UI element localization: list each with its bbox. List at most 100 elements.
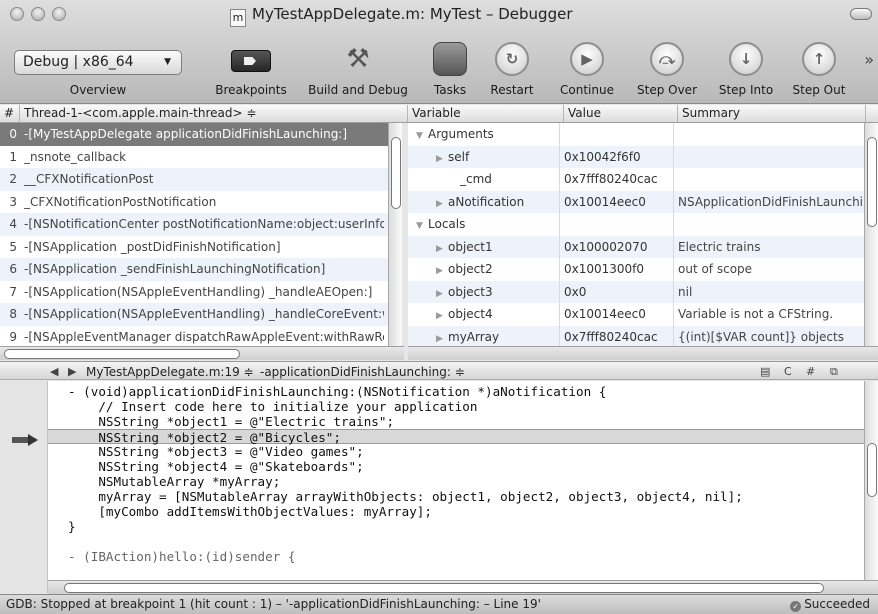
class-hierarchy-icon[interactable]: C [784, 363, 792, 379]
variable-row[interactable]: ▶ self 0x10042f6f0 [408, 145, 864, 169]
zoom-button[interactable] [52, 7, 66, 21]
variable-name-cell: ▶ object1 [408, 235, 560, 259]
variable-row[interactable]: ▼ Locals [408, 213, 864, 236]
stack-row[interactable]: 0 -[MyTestAppDelegate applicationDidFinis… [0, 123, 388, 146]
variables-list: ▼ Arguments ▶ self 0x10042f6f0 _cmd 0x7fff80… [408, 123, 864, 346]
code-editor[interactable]: - (void)applicationDidFinishLaunching:(N… [48, 381, 864, 581]
editor-horizontal-scrollbar[interactable] [48, 580, 878, 594]
build-and-debug-button[interactable]: ⚒ Build and Debug [296, 36, 420, 100]
stack-row[interactable]: 7 -[NSApplication(NSAppleEventHandling) _… [0, 281, 388, 304]
disclosure-closed-icon[interactable]: ▶ [436, 305, 448, 326]
variable-row[interactable]: ▶ object4 0x10014eec0 Variable is not a CFS… [408, 303, 864, 326]
step-out-button[interactable]: ↑ Step Out [784, 36, 854, 100]
toolbar-overflow-button[interactable]: » [864, 50, 874, 69]
step-over-button[interactable]: ⤼ Step Over [626, 36, 708, 100]
disclosure-open-icon[interactable]: ▼ [416, 215, 428, 236]
variable-summary: Variable is not a CFString. [678, 307, 834, 321]
variable-summary: NSApplicationDidFinishLaunching [678, 194, 862, 209]
variables-vertical-scrollbar[interactable] [864, 123, 878, 346]
frame-function: __CFXNotificationPost [24, 172, 154, 186]
stack-row[interactable]: 4 -[NSNotificationCenter postNotification… [0, 213, 388, 236]
stack-row[interactable]: 2 __CFXNotificationPost [0, 168, 388, 191]
program-counter-arrow-icon[interactable] [12, 434, 38, 446]
stack-row[interactable]: 9 -[NSAppleEventManager dispatchRawAppleE… [0, 326, 388, 347]
variable-value: 0x10042f6f0 [564, 145, 674, 168]
stack-header: # Thread-1-<com.apple.main-thread> ≑ [0, 105, 408, 123]
variable-row[interactable]: ▶ object1 0x100002070 Electric trains [408, 235, 864, 259]
frame-function: -[MyTestAppDelegate applicationDidFinish… [24, 127, 348, 141]
frame-function: _CFXNotificationPostNotification [24, 194, 217, 209]
variables-scroll-thumb[interactable] [867, 137, 877, 227]
counterpart-icon[interactable]: ⧉ [830, 363, 838, 379]
stack-scroll-thumb[interactable] [391, 137, 401, 209]
step-into-icon: ↓ [729, 42, 763, 76]
editor-gutter[interactable] [0, 381, 48, 593]
disclosure-closed-icon[interactable]: ▶ [436, 283, 448, 304]
variables-col-summary[interactable]: Summary [678, 105, 866, 122]
variable-row[interactable]: ▶ object3 0x0 nil [408, 280, 864, 304]
step-into-button[interactable]: ↓ Step Into [710, 36, 782, 100]
disclosure-open-icon[interactable]: ▼ [416, 125, 428, 146]
stack-row[interactable]: 1 _nsnote_callback [0, 146, 388, 169]
disclosure-closed-icon[interactable]: ▶ [436, 193, 448, 214]
disclosure-closed-icon[interactable]: ▶ [436, 238, 448, 259]
thread-popup[interactable]: Thread-1-<com.apple.main-thread> ≑ [20, 105, 408, 122]
variables-col-variable[interactable]: Variable [408, 105, 564, 122]
hammer-icon: ⚒ [346, 44, 370, 74]
code-line: [myCombo addItemsWithObjectValues: myArr… [68, 504, 432, 519]
breakpoints-label: Breakpoints [215, 83, 287, 97]
variable-row[interactable]: ▶ object2 0x1001300f0 out of scope [408, 258, 864, 281]
step-over-icon: ⤼ [650, 42, 684, 76]
editor-scroll-thumb[interactable] [867, 443, 877, 497]
stack-horizontal-scrollbar[interactable] [0, 346, 404, 360]
minimize-button[interactable] [31, 7, 45, 21]
code-line: NSString *object4 = @"Skateboards"; [68, 459, 364, 474]
frame-function: -[NSApplication _sendFinishLaunchingNoti… [24, 262, 326, 276]
variables-col-value[interactable]: Value [564, 105, 678, 122]
variable-value: 0x1001300f0 [564, 258, 674, 281]
disclosure-closed-icon[interactable]: ▶ [436, 260, 448, 281]
variable-summary [678, 168, 862, 191]
status-bar: GDB: Stopped at breakpoint 1 (hit count … [0, 594, 878, 614]
restart-button[interactable]: ↻ Restart [480, 36, 544, 100]
code-line: // Insert code here to initialize your a… [68, 399, 478, 414]
bookmarks-icon[interactable]: ▤ [760, 363, 770, 379]
stack-row[interactable]: 8 -[NSApplication(NSAppleEventHandling) _… [0, 303, 388, 326]
variable-row[interactable]: ▶ myArray 0x7fff80240cac {(int)[$VAR count]… [408, 325, 864, 347]
stack-row[interactable]: 5 -[NSApplication _postDidFinishNotificat… [0, 236, 388, 259]
back-arrow-icon[interactable]: ◀ [50, 363, 58, 379]
editor-hscroll-thumb[interactable] [64, 583, 824, 593]
variables-horizontal-scrollbar [408, 346, 878, 360]
toolbar-toggle-button[interactable] [850, 8, 872, 20]
stack-row[interactable]: 6 -[NSApplication _sendFinishLaunchingNot… [0, 258, 388, 281]
continue-button[interactable]: ▶ Continue [548, 36, 626, 100]
stack-row[interactable]: 3 _CFXNotificationPostNotification [0, 191, 388, 214]
file-popup[interactable]: MyTestAppDelegate.m:19 ≑ [86, 363, 254, 379]
variable-name-cell: ▶ object2 [408, 258, 560, 281]
variable-name: object3 [448, 284, 493, 299]
title-bar: m MyTestAppDelegate.m: MyTest – Debugger [0, 0, 878, 30]
stack-vertical-scrollbar[interactable] [388, 123, 402, 346]
editor-vertical-scrollbar[interactable] [864, 381, 878, 581]
tasks-button[interactable]: Tasks [422, 36, 478, 100]
close-button[interactable] [10, 7, 24, 21]
variable-name-cell: _cmd [408, 168, 560, 191]
current-code-line: NSString *object2 = @"Bicycles"; [48, 429, 864, 445]
symbol-popup[interactable]: -applicationDidFinishLaunching: ≑ [260, 363, 465, 379]
frame-number: 8 [9, 307, 17, 321]
variable-row[interactable]: ▼ Arguments [408, 123, 864, 146]
breakpoints-button[interactable]: Breakpoints [206, 36, 296, 100]
variable-row[interactable]: _cmd 0x7fff80240cac [408, 168, 864, 191]
variable-row[interactable]: ▶ aNotification 0x10014eec0 NSApplicationDi… [408, 190, 864, 214]
overview-label: Overview [69, 83, 127, 97]
stack-hscroll-thumb[interactable] [4, 349, 240, 359]
forward-arrow-icon[interactable]: ▶ [68, 363, 76, 379]
frame-number: 3 [9, 194, 17, 209]
frame-function: -[NSAppleEventManager dispatchRawAppleEv… [24, 329, 384, 344]
include-icon[interactable]: # [806, 363, 815, 379]
variable-value: 0x7fff80240cac [564, 168, 674, 191]
stack-col-number[interactable]: # [0, 105, 20, 122]
disclosure-closed-icon[interactable]: ▶ [436, 328, 448, 347]
disclosure-closed-icon[interactable]: ▶ [436, 148, 448, 169]
